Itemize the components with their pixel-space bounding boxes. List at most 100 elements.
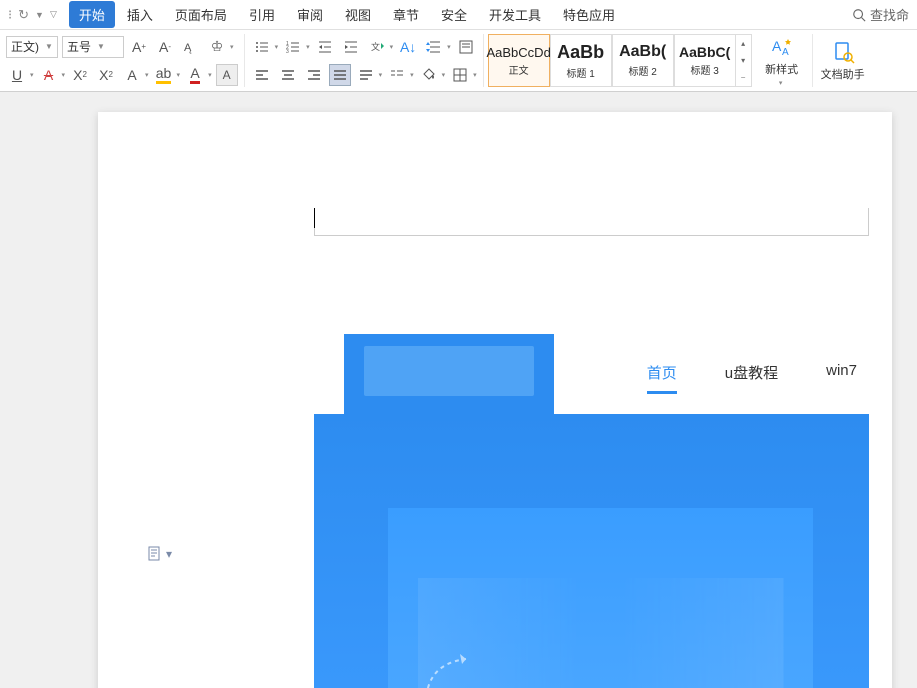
style-heading3[interactable]: AaBbC( 标题 3 [674, 34, 736, 87]
style-heading1[interactable]: AaBb 标题 1 [550, 34, 612, 87]
chevron-down-icon: ▼ [45, 42, 53, 51]
distribute-icon[interactable] [355, 64, 377, 86]
increase-font-icon[interactable]: A+ [128, 36, 150, 58]
style-label: 标题 3 [690, 62, 718, 77]
decrease-font-icon[interactable]: A- [154, 36, 176, 58]
style-preview: AaBb( [619, 43, 666, 61]
align-justify-icon[interactable] [329, 64, 351, 86]
chevron-down-icon[interactable]: ▾ [177, 71, 181, 79]
borders-icon[interactable] [449, 64, 471, 86]
tab-special[interactable]: 特色应用 [553, 1, 625, 28]
tab-settings-icon[interactable] [386, 64, 408, 86]
font-group: 正文)▼ 五号▼ A+ A- Ą ♔▾ U▾ A▾ X2 X2 A▾ ab▾ A… [0, 34, 245, 87]
font-name-combo[interactable]: 正文)▼ [6, 36, 58, 58]
style-preview: AaBb [557, 42, 604, 63]
subscript-icon[interactable]: X2 [95, 64, 117, 86]
overflow-icon[interactable]: ▽ [50, 9, 57, 20]
webpage-logo[interactable] [344, 334, 554, 414]
style-preview: AaBbC( [679, 44, 730, 60]
chevron-down-icon[interactable]: ▾ [306, 43, 310, 51]
tab-start[interactable]: 开始 [69, 1, 115, 28]
expand-icon: ⎯ [736, 69, 751, 86]
paragraph-indicator[interactable]: ▾ [148, 546, 172, 562]
clear-formatting-icon[interactable]: Ą [180, 36, 202, 58]
chevron-down-icon[interactable]: ▾ [473, 71, 477, 79]
tab-security[interactable]: 安全 [431, 1, 477, 28]
search-command[interactable]: 查找命 [852, 5, 909, 24]
style-normal[interactable]: AaBbCcDd 正文 [488, 34, 550, 87]
font-size-combo[interactable]: 五号▼ [62, 36, 124, 58]
align-center-icon[interactable] [277, 64, 299, 86]
superscript-icon[interactable]: X2 [69, 64, 91, 86]
svg-text:Ą: Ą [184, 42, 192, 54]
highlight-color-icon[interactable]: ab [153, 64, 175, 86]
change-case-icon[interactable]: A [121, 64, 143, 86]
chevron-down-icon[interactable]: ▾ [275, 43, 279, 51]
font-color-icon[interactable]: A [184, 64, 206, 86]
new-style-label: 新样式 [765, 61, 798, 77]
chevron-down-icon[interactable]: ▾ [145, 71, 149, 79]
tab-page-layout[interactable]: 页面布局 [165, 1, 237, 28]
text-cursor [314, 208, 315, 228]
webpage-hero: 点击这里播放哦！ 0:00 [314, 414, 869, 688]
style-label: 标题 1 [566, 65, 594, 80]
svg-text:A: A [772, 38, 782, 54]
dashed-arrow-icon [416, 644, 486, 688]
chevron-up-icon: ▴ [736, 35, 751, 52]
chevron-down-icon[interactable]: ▼ [35, 10, 44, 20]
tab-insert[interactable]: 插入 [117, 1, 163, 28]
new-style-button[interactable]: AA 新样式 ▾ [758, 35, 806, 87]
chevron-down-icon: ▾ [166, 547, 172, 561]
paragraph-layout-icon[interactable] [455, 36, 477, 58]
styles-more[interactable]: ▴ ▾ ⎯ [736, 34, 752, 87]
character-shading-icon[interactable]: A [216, 64, 238, 86]
increase-indent-icon[interactable] [340, 36, 362, 58]
margin-guide [314, 208, 869, 236]
sort-icon[interactable]: A↓ [397, 36, 419, 58]
chevron-down-icon[interactable]: ▾ [208, 71, 212, 79]
svg-text:A: A [782, 47, 789, 58]
tab-developer[interactable]: 开发工具 [479, 1, 551, 28]
phonetic-guide-icon[interactable]: ♔ [206, 36, 228, 58]
webpage-tab-usb[interactable]: u盘教程 [725, 362, 778, 394]
style-heading2[interactable]: AaBb( 标题 2 [612, 34, 674, 87]
chevron-down-icon[interactable]: ▾ [447, 43, 451, 51]
align-left-icon[interactable] [251, 64, 273, 86]
numbering-icon[interactable]: 123 [282, 36, 304, 58]
new-style-group: AA 新样式 ▾ [752, 34, 813, 87]
webpage-tab-win7[interactable]: win7 [826, 362, 857, 394]
document-area: 首页 u盘教程 win7 点击这里播放哦！ 0:00 [0, 92, 917, 688]
chevron-down-icon[interactable]: ▾ [230, 43, 234, 51]
webpage-tab-home[interactable]: 首页 [647, 362, 677, 394]
align-right-icon[interactable] [303, 64, 325, 86]
tab-view[interactable]: 视图 [335, 1, 381, 28]
redo-icon[interactable]: ↻ [18, 7, 29, 23]
line-spacing-icon[interactable] [423, 36, 445, 58]
style-label: 正文 [509, 62, 529, 77]
webpage-tabs: 首页 u盘教程 win7 [647, 362, 869, 394]
chevron-down-icon[interactable]: ▾ [379, 71, 383, 79]
quick-access-toolbar: ⁝ ↻ ▼ ▽ [8, 7, 57, 23]
chevron-down-icon[interactable]: ▾ [30, 71, 34, 79]
tab-review[interactable]: 审阅 [287, 1, 333, 28]
bullets-icon[interactable] [251, 36, 273, 58]
shading-icon[interactable] [418, 64, 440, 86]
tab-sections[interactable]: 章节 [383, 1, 429, 28]
strikethrough-icon[interactable]: A [38, 64, 60, 86]
tab-references[interactable]: 引用 [239, 1, 285, 28]
chevron-down-icon[interactable]: ▾ [390, 43, 394, 51]
text-direction-icon[interactable]: 文 [366, 36, 388, 58]
video-player[interactable]: 点击这里播放哦！ 0:00 [388, 508, 813, 688]
embedded-webpage: 首页 u盘教程 win7 点击这里播放哦！ 0:00 [314, 334, 869, 688]
chevron-down-icon[interactable]: ▾ [442, 71, 446, 79]
style-label: 标题 2 [628, 63, 656, 78]
chevron-down-icon[interactable]: ▾ [62, 71, 66, 79]
styles-gallery: AaBbCcDd 正文 AaBb 标题 1 AaBb( 标题 2 AaBbC( … [488, 34, 752, 87]
document-page[interactable]: 首页 u盘教程 win7 点击这里播放哦！ 0:00 [98, 112, 892, 688]
paragraph-icon [148, 546, 162, 562]
doc-helper-group: 文档助手 [813, 34, 873, 87]
chevron-down-icon[interactable]: ▾ [410, 71, 414, 79]
underline-icon[interactable]: U [6, 64, 28, 86]
decrease-indent-icon[interactable] [314, 36, 336, 58]
doc-helper-button[interactable]: 文档助手 [819, 40, 867, 82]
